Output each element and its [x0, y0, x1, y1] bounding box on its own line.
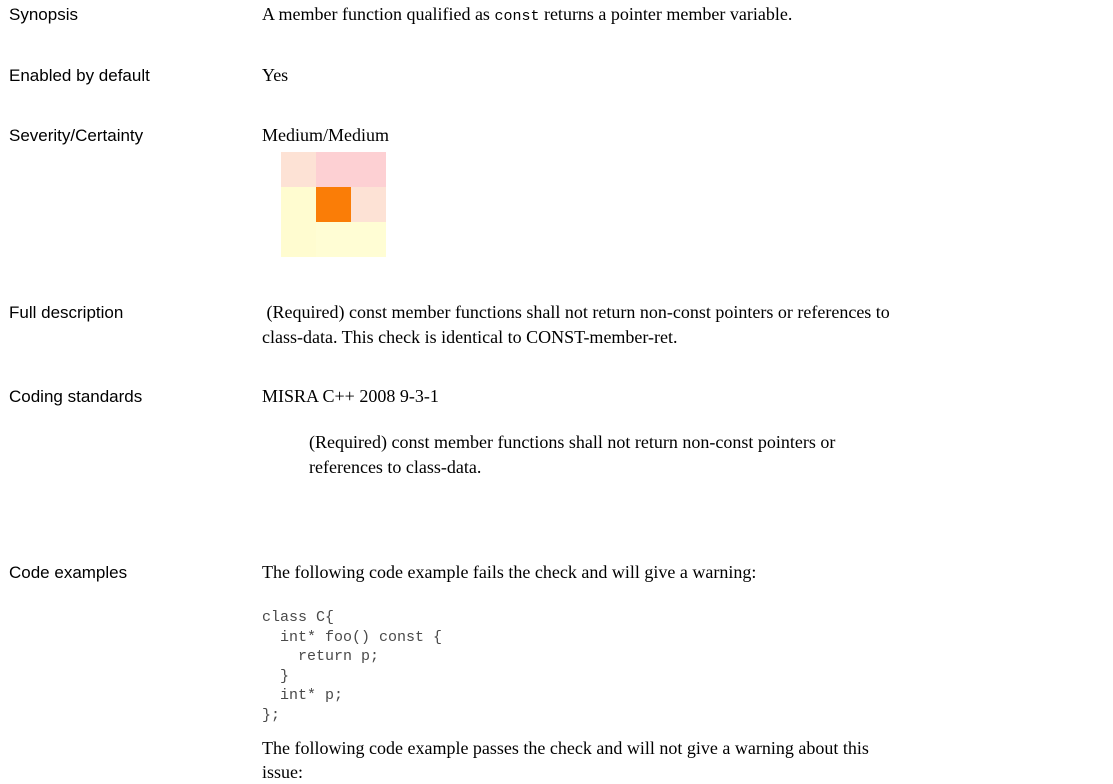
- coding-standard-detail-line-2: references to class-data.: [309, 457, 482, 477]
- matrix-cell-selected: [316, 187, 351, 222]
- synopsis-text: A member function qualified as const ret…: [262, 3, 792, 28]
- description-label: Full description: [9, 303, 124, 322]
- fail-code-example: class C{ int* foo() const { return p; } …: [262, 609, 443, 724]
- severity-certainty-matrix: [281, 152, 386, 257]
- enabled-label: Enabled by default: [9, 66, 150, 85]
- matrix-cell: [281, 187, 316, 222]
- description-line-2: class-data. This check is identical to C…: [262, 327, 678, 347]
- matrix-cell: [351, 187, 386, 222]
- matrix-cell: [281, 152, 316, 187]
- description-line-1: (Required) const member functions shall …: [262, 302, 890, 322]
- coding-standards-label: Coding standards: [9, 387, 143, 406]
- synopsis-text-after: returns a pointer member variable.: [539, 4, 793, 24]
- enabled-value: Yes: [262, 65, 289, 85]
- fail-example-intro: The following code example fails the che…: [262, 562, 757, 582]
- matrix-cell: [316, 222, 351, 257]
- coding-standard-name: MISRA C++ 2008 9-3-1: [262, 386, 439, 406]
- severity-label: Severity/Certainty: [9, 126, 144, 145]
- code-examples-label: Code examples: [9, 563, 128, 582]
- synopsis-code: const: [494, 8, 540, 25]
- matrix-cell: [351, 152, 386, 187]
- pass-example-intro-line-1: The following code example passes the ch…: [262, 738, 869, 758]
- matrix-cell: [351, 222, 386, 257]
- severity-value: Medium/Medium: [262, 125, 389, 145]
- coding-standard-detail-line-1: (Required) const member functions shall …: [309, 432, 836, 452]
- matrix-cell: [316, 152, 351, 187]
- matrix-cell: [281, 222, 316, 257]
- synopsis-label: Synopsis: [9, 5, 78, 24]
- synopsis-text-before: A member function qualified as: [262, 4, 495, 24]
